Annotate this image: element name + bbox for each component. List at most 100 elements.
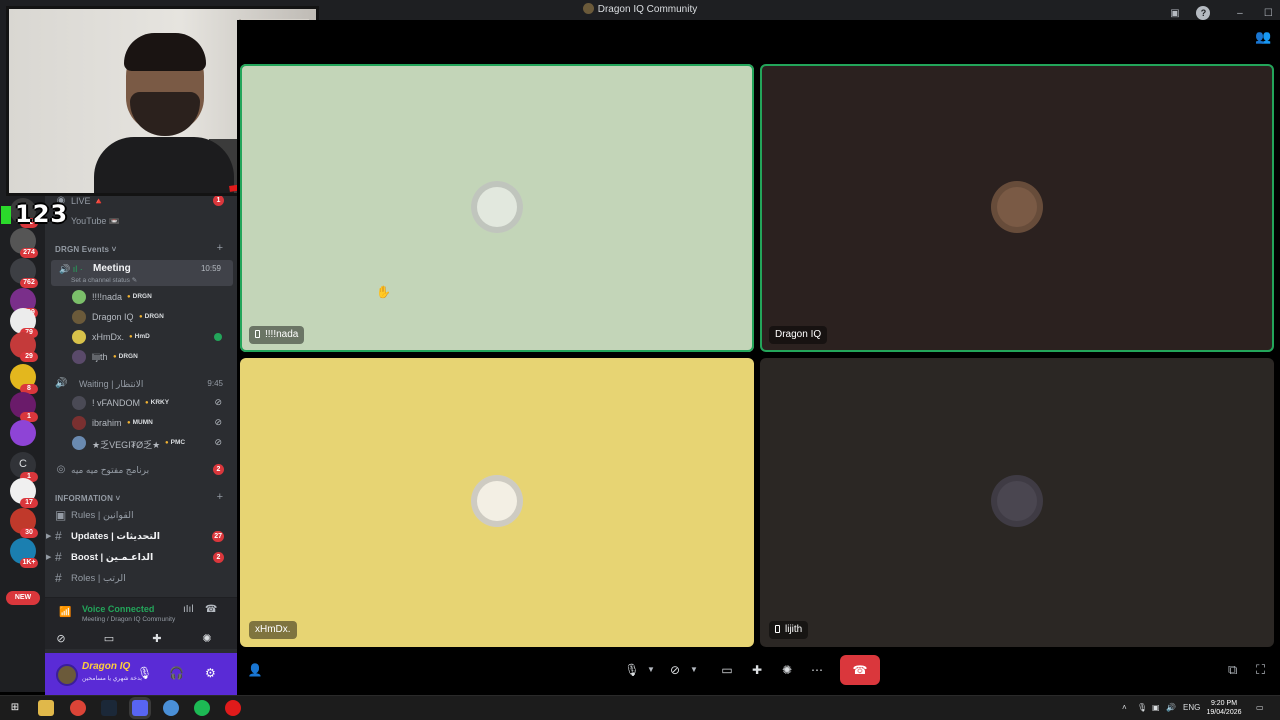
- more-options-icon[interactable]: ⋯: [807, 655, 827, 685]
- voice-user[interactable]: ! vFANDOM KRKY ⊘: [72, 394, 232, 412]
- voice-user[interactable]: lijith DRGN: [72, 348, 232, 366]
- category-drgn-events[interactable]: DRGN Events ˅: [55, 245, 117, 254]
- soundboard-icon[interactable]: ✺: [193, 631, 221, 647]
- system-clock[interactable]: 9:20 PM 19/04/2026: [1200, 699, 1248, 717]
- chevron-down-icon[interactable]: ▼: [690, 655, 698, 685]
- camera-off-icon[interactable]: ⊘: [47, 631, 75, 647]
- add-channel-icon[interactable]: +: [217, 242, 223, 254]
- language-indicator[interactable]: ENG: [1183, 703, 1200, 712]
- server-icon[interactable]: 29: [10, 332, 38, 362]
- mention-badge: 30: [20, 528, 38, 538]
- camera-off-icon[interactable]: ⊘: [664, 655, 686, 685]
- voice-user[interactable]: xHmDx. HmD: [72, 328, 232, 346]
- activities-icon[interactable]: ✚: [747, 655, 767, 685]
- participant-name-text: xHmDx.: [255, 624, 291, 635]
- channel-label: Waiting | الانتظار: [79, 379, 144, 389]
- file-explorer-icon[interactable]: [38, 700, 54, 716]
- user-name: ★乏VEGI₮Ø乏★: [92, 440, 161, 450]
- chevron-down-icon[interactable]: ▼: [647, 655, 655, 685]
- unread-badge: 1: [213, 195, 224, 206]
- voice-status-subtitle[interactable]: Meeting / Dragon IQ Community: [82, 616, 175, 623]
- steam-icon[interactable]: [101, 700, 117, 716]
- app-icon[interactable]: [163, 700, 179, 716]
- disconnect-icon[interactable]: ☎: [205, 604, 217, 615]
- avatar: [72, 330, 86, 344]
- server-icon[interactable]: 17: [10, 478, 38, 508]
- server-tag: HmD: [129, 333, 150, 340]
- custom-status: بدخة شهري يا مسامحين: [82, 676, 142, 682]
- category-information[interactable]: INFORMATION ˅: [55, 494, 120, 503]
- username[interactable]: Dragon IQ: [82, 661, 130, 672]
- mention-badge: 17: [20, 498, 38, 508]
- text-channel[interactable]: ▣ Rules | القوانين: [45, 506, 237, 526]
- minimize-button[interactable]: –: [1233, 7, 1247, 21]
- voice-channel-meeting[interactable]: 🔊 ıl · Meeting 10:59 Set a channel statu…: [51, 260, 233, 286]
- share-screen-icon[interactable]: ▭: [717, 655, 737, 685]
- app-icon[interactable]: [225, 700, 241, 716]
- chrome-icon[interactable]: [70, 700, 86, 716]
- maximize-button[interactable]: ☐: [1261, 7, 1275, 21]
- voice-user[interactable]: Dragon IQ DRGN: [72, 308, 232, 326]
- stage-channel[interactable]: ◎ برنامج مفتوح ميه ميه 2: [45, 461, 237, 479]
- network-icon[interactable]: ▣: [1152, 703, 1160, 712]
- server-icon[interactable]: 274: [10, 228, 38, 258]
- microphone-icon[interactable]: 🎙: [137, 666, 152, 680]
- share-screen-icon[interactable]: ▭: [95, 631, 123, 647]
- server-icon[interactable]: 1: [10, 392, 38, 422]
- server-icon[interactable]: 762: [10, 258, 38, 288]
- participant-name-text: Dragon IQ: [775, 329, 822, 340]
- text-channel[interactable]: # Roles | الرتب: [45, 569, 237, 589]
- expand-arrow-icon[interactable]: ▶: [46, 532, 51, 540]
- text-channel[interactable]: ▶ # Boost | الداعـمـين 2: [45, 548, 237, 568]
- server-icon[interactable]: 30: [10, 508, 38, 538]
- noise-suppression-icon[interactable]: ıIıl: [183, 604, 194, 615]
- voice-user[interactable]: !!!!nada DRGN: [72, 288, 232, 306]
- avatar[interactable]: [56, 664, 78, 686]
- server-icon[interactable]: 8: [10, 364, 38, 394]
- expand-arrow-icon[interactable]: ▶: [46, 553, 51, 561]
- server-tag: DRGN: [113, 353, 138, 360]
- new-badge[interactable]: NEW: [6, 591, 40, 605]
- chevron-up-icon[interactable]: ˄: [1122, 703, 1127, 712]
- add-channel-icon[interactable]: +: [217, 491, 223, 503]
- unread-badge: 27: [212, 531, 224, 542]
- invite-icon[interactable]: 👤: [245, 655, 265, 685]
- participant-tile[interactable]: lijith: [760, 358, 1274, 647]
- headphones-icon[interactable]: 🎧: [169, 666, 184, 680]
- participant-tile[interactable]: !!!!nada: [240, 64, 754, 352]
- settings-gear-icon[interactable]: ⚙: [205, 666, 216, 680]
- spotify-icon[interactable]: [194, 700, 210, 716]
- popout-icon[interactable]: ⧉: [1228, 662, 1237, 678]
- server-icon[interactable]: 1K+: [10, 538, 38, 568]
- text-channel[interactable]: ▶ # Updates | التحديثات 27: [45, 527, 237, 547]
- voice-user[interactable]: ★乏VEGI₮Ø乏★ PMC ⊘: [72, 434, 232, 452]
- discord-icon[interactable]: [132, 700, 148, 716]
- channel-status[interactable]: Set a channel status ✎: [71, 276, 137, 284]
- server-icon[interactable]: C1: [10, 452, 38, 482]
- microphone-icon[interactable]: 🎙: [1137, 703, 1147, 712]
- inbox-icon[interactable]: ▣: [1168, 7, 1182, 21]
- disconnect-button[interactable]: ☎: [840, 655, 880, 685]
- participant-name-text: !!!!nada: [265, 329, 299, 340]
- fullscreen-icon[interactable]: ⛶: [1256, 662, 1265, 678]
- volume-icon[interactable]: 🔊: [1166, 703, 1176, 712]
- soundboard-icon[interactable]: ✺: [777, 655, 797, 685]
- user-name: ibrahim: [92, 418, 122, 428]
- voice-channel-waiting[interactable]: 🔊 Waiting | الانتظار 9:45: [45, 375, 237, 393]
- microphone-icon[interactable]: 🎙: [622, 655, 642, 685]
- start-menu-icon[interactable]: ⊞: [7, 700, 23, 716]
- channel-youtube[interactable]: YouTube 📼: [45, 212, 237, 230]
- activities-icon[interactable]: ✚: [143, 631, 171, 647]
- people-icon[interactable]: 👥: [1255, 29, 1271, 45]
- voice-user[interactable]: ibrahim MUMN ⊘: [72, 414, 232, 432]
- help-icon[interactable]: ?: [1196, 6, 1211, 20]
- participant-tile[interactable]: Dragon IQ: [760, 64, 1274, 352]
- participant-tile[interactable]: xHmDx.: [240, 358, 754, 647]
- signal-icon[interactable]: 📶: [59, 607, 71, 618]
- server-icon[interactable]: [10, 420, 36, 446]
- server-tag: PMC: [165, 439, 185, 446]
- server-icon[interactable]: 79: [10, 308, 38, 338]
- channel-timer: 10:59: [200, 264, 221, 273]
- channel-label: LIVE 🔺: [71, 196, 105, 206]
- notifications-icon[interactable]: ▭: [1256, 703, 1264, 712]
